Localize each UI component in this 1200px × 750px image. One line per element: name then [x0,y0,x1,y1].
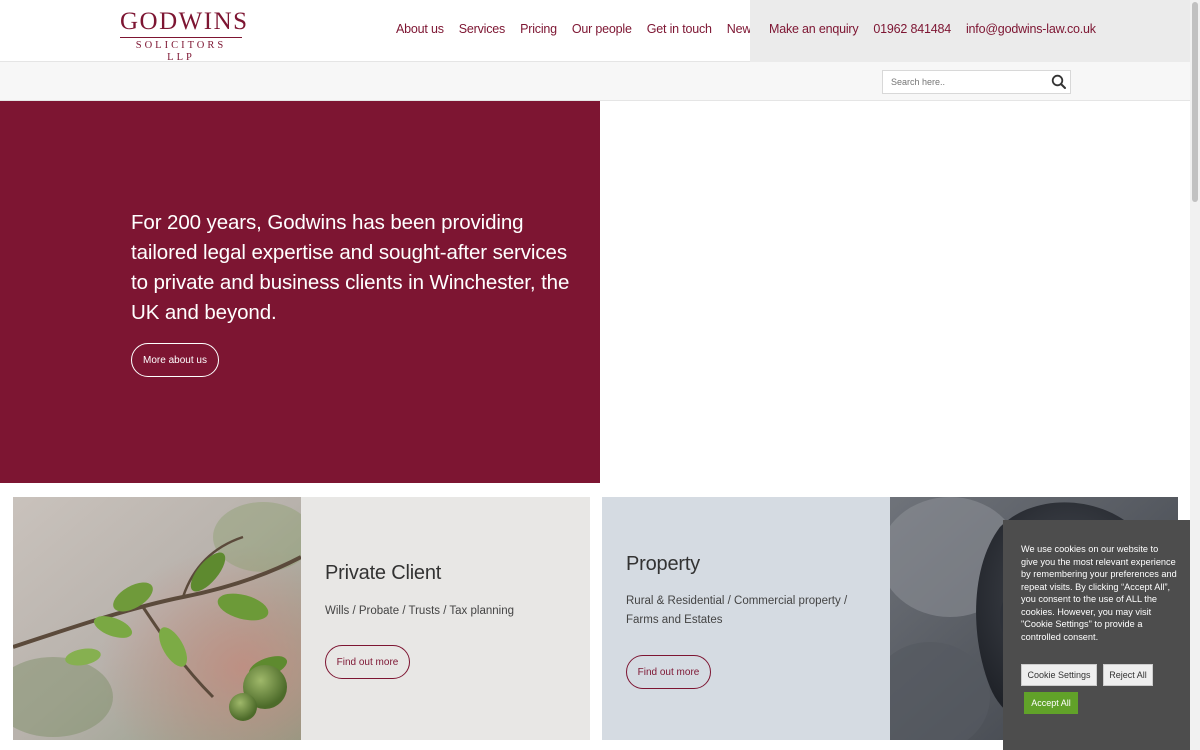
more-about-us-button[interactable]: More about us [131,343,219,377]
cookie-consent-banner: We use cookies on our website to give yo… [1003,520,1191,750]
site-logo[interactable]: GODWINS SOLICITORS LLP [120,8,249,64]
nav-our-people[interactable]: Our people [572,22,632,36]
private-client-title: Private Client [325,562,442,584]
main-nav: About us Services Pricing Our people Get… [396,22,757,36]
page-scrollbar[interactable] [1190,0,1200,750]
property-description: Rural & Residential / Commercial propert… [626,595,848,626]
search-strip [0,62,1190,101]
nav-services[interactable]: Services [459,22,506,36]
logo-main-text: GODWINS [120,8,249,35]
private-client-find-out-more-button[interactable]: Find out more [325,645,410,679]
private-client-panel: Private Client Wills / Probate / Trusts … [301,497,590,740]
search-box [882,70,1071,94]
nav-get-in-touch[interactable]: Get in touch [647,22,712,36]
site-header: GODWINS SOLICITORS LLP About us Services… [0,0,1190,64]
private-client-image [13,497,301,740]
scrollbar-thumb[interactable] [1192,2,1198,202]
hero-text: For 200 years, Godwins has been providin… [131,211,570,324]
search-icon[interactable] [1050,73,1068,91]
property-panel: Property Rural & Residential / Commercia… [602,497,890,740]
service-card-private-client: Private Client Wills / Probate / Trusts … [13,497,590,740]
phone-link[interactable]: 01962 841484 [873,22,951,36]
property-find-out-more-button[interactable]: Find out more [626,655,711,689]
nav-pricing[interactable]: Pricing [520,22,557,36]
contact-bar: Make an enquiry 01962 841484 info@godwin… [750,0,1190,62]
email-link[interactable]: info@godwins-law.co.uk [966,22,1096,36]
reject-all-button[interactable]: Reject All [1103,664,1153,686]
cookie-settings-button[interactable]: Cookie Settings [1021,664,1097,686]
make-enquiry-link[interactable]: Make an enquiry [769,22,859,36]
hero-panel: For 200 years, Godwins has been providin… [0,101,600,483]
logo-rule [120,37,242,38]
accept-all-button[interactable]: Accept All [1024,692,1078,714]
property-title: Property [626,553,700,575]
cookie-consent-text: We use cookies on our website to give yo… [1021,544,1177,642]
logo-sub-text: SOLICITORS LLP [135,40,227,63]
search-input[interactable] [891,74,1041,90]
nav-about-us[interactable]: About us [396,22,444,36]
private-client-description: Wills / Probate / Trusts / Tax planning [325,605,514,617]
